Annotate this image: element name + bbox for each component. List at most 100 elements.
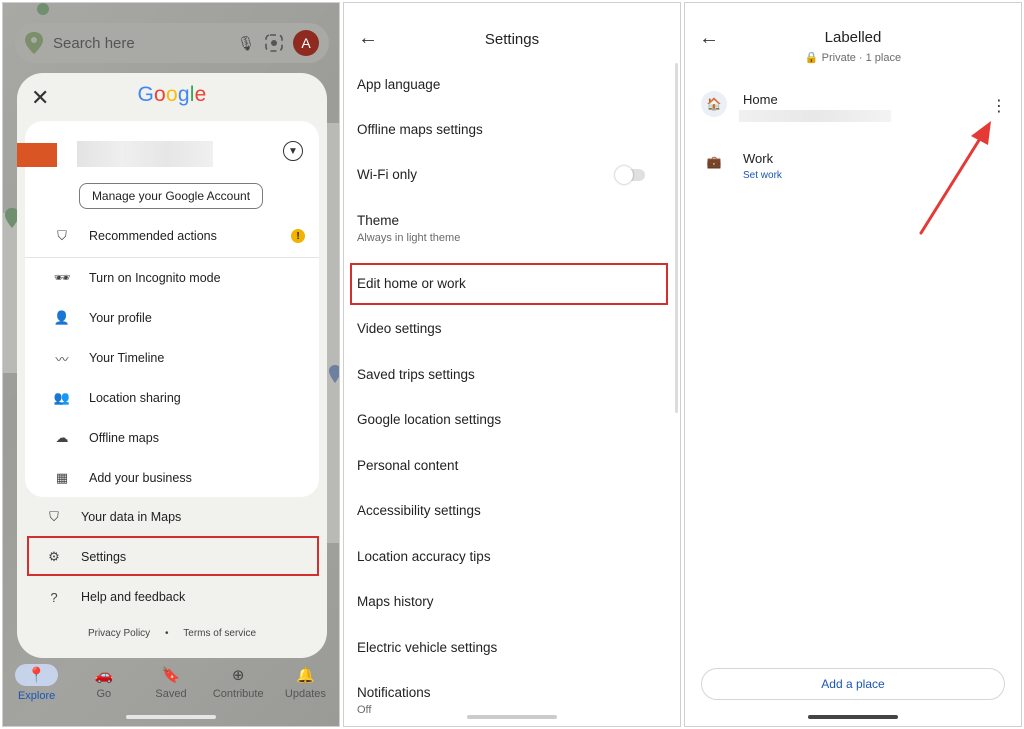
map-pin-icon <box>37 3 49 15</box>
bookmark-icon: 🔖 <box>161 667 181 684</box>
bell-icon: 🔔 <box>296 667 315 684</box>
data-shield-icon: ⛉ <box>49 509 59 524</box>
nav-explore[interactable]: 📍 Explore <box>3 655 70 711</box>
setting-label: Personal content <box>357 458 459 473</box>
avatar[interactable]: A <box>293 30 319 56</box>
setting-notifications[interactable]: Notifications Off <box>357 685 667 716</box>
google-logo-letter: G <box>137 83 155 106</box>
settings-top-bar: ← Settings <box>344 3 680 73</box>
setting-offline-maps[interactable]: Offline maps settings <box>357 122 667 137</box>
setting-electric-vehicle[interactable]: Electric vehicle settings <box>357 640 667 655</box>
setting-personal-content[interactable]: Personal content <box>357 458 667 473</box>
menu-item-label: Your Timeline <box>89 351 165 365</box>
gesture-home-bar[interactable] <box>467 715 557 719</box>
help-icon: ? <box>50 589 58 605</box>
nav-updates[interactable]: 🔔 Updates <box>272 655 339 711</box>
warning-badge-icon: ! <box>291 229 305 243</box>
offline-cloud-icon: ☁ <box>55 430 69 445</box>
menu-item-offline-maps[interactable]: ☁ Offline maps <box>25 418 159 458</box>
map-road <box>327 123 339 543</box>
plus-circle-icon: ⊕ <box>231 667 245 684</box>
google-logo: Google <box>17 83 327 107</box>
menu-item-label: Recommended actions <box>89 229 217 243</box>
menu-item-help[interactable]: ? Help and feedback <box>17 577 185 617</box>
add-place-button[interactable]: Add a place <box>701 668 1005 700</box>
account-name-redacted <box>77 141 213 167</box>
menu-item-your-profile[interactable]: 👤 Your profile <box>25 298 152 338</box>
setting-label: Maps history <box>357 594 434 609</box>
nav-label: Contribute <box>212 688 264 700</box>
menu-item-label: Location sharing <box>89 391 181 405</box>
chevron-down-icon[interactable]: ▼ <box>283 141 303 161</box>
incognito-icon: 🕶 <box>53 270 71 285</box>
settings-screen: ← Settings App language Offline maps set… <box>343 2 681 727</box>
car-icon: 🚗 <box>94 667 114 684</box>
location-sharing-icon: 👥 <box>53 390 71 405</box>
menu-item-recommended-actions[interactable]: ⛉ Recommended actions ! <box>25 216 319 256</box>
setting-label: Electric vehicle settings <box>357 640 498 655</box>
nav-contribute[interactable]: ⊕ Contribute <box>205 655 272 711</box>
menu-item-label: Offline maps <box>89 431 159 445</box>
setting-google-location[interactable]: Google location settings <box>357 412 667 427</box>
manage-account-button[interactable]: Manage your Google Account <box>79 183 263 209</box>
google-logo-letter: e <box>194 83 207 106</box>
nav-go[interactable]: 🚗 Go <box>70 655 137 711</box>
setting-label: Notifications <box>357 685 431 700</box>
setting-app-language[interactable]: App language <box>357 77 667 92</box>
search-bar[interactable]: Search here 🎙 A <box>15 23 329 63</box>
scrollbar[interactable] <box>675 63 678 413</box>
google-logo-letter: o <box>165 83 178 106</box>
menu-item-label: Help and feedback <box>81 590 186 604</box>
setting-theme[interactable]: Theme Always in light theme <box>357 213 667 244</box>
nav-saved[interactable]: 🔖 Saved <box>137 655 204 711</box>
edit-home-work-highlight-box <box>350 263 668 305</box>
menu-item-add-business[interactable]: ▦ Add your business <box>25 458 192 498</box>
nav-label: Go <box>96 688 112 700</box>
privacy-policy-link[interactable]: Privacy Policy <box>88 628 150 639</box>
explore-pin-icon: 📍 <box>15 664 58 686</box>
setting-saved-trips[interactable]: Saved trips settings <box>357 367 667 382</box>
nav-label: Updates <box>284 688 326 700</box>
microphone-icon[interactable]: 🎙 <box>237 35 255 52</box>
labelled-places-screen: ← Labelled 🔒 Private · 1 place 🏠 Home ⋮ … <box>684 2 1022 727</box>
account-color-strip <box>17 143 57 167</box>
setting-label: Offline maps settings <box>357 122 483 137</box>
footer-separator: • <box>164 628 169 639</box>
page-title: Settings <box>484 31 540 48</box>
nav-label: Explore <box>17 690 56 702</box>
google-logo-letter: o <box>154 83 166 106</box>
setting-label: Video settings <box>357 321 442 336</box>
bottom-navigation: 📍 Explore 🚗 Go 🔖 Saved ⊕ Contribute 🔔 Up… <box>3 655 339 711</box>
terms-link[interactable]: Terms of service <box>183 628 256 639</box>
search-input[interactable]: Search here <box>53 35 227 52</box>
setting-video[interactable]: Video settings <box>357 321 667 336</box>
gesture-home-bar[interactable] <box>126 715 216 719</box>
maps-pin-logo-icon <box>25 32 43 54</box>
setting-accessibility[interactable]: Accessibility settings <box>357 503 667 518</box>
setting-wifi-only[interactable]: Wi-Fi only <box>357 166 667 184</box>
timeline-icon: 〰 <box>55 351 69 367</box>
menu-item-label: Add your business <box>89 471 192 485</box>
maps-account-menu-screen: Search here 🎙 A ✕ Google ▼ Manage your G… <box>2 2 340 727</box>
wifi-only-toggle[interactable] <box>615 166 645 184</box>
setting-label: Theme <box>357 213 400 228</box>
settings-highlight-box <box>27 536 319 576</box>
red-pointer-arrow <box>919 121 991 235</box>
setting-label: Location accuracy tips <box>357 549 491 564</box>
setting-label: Google location settings <box>357 412 502 427</box>
map-pin-icon <box>329 365 339 383</box>
storefront-icon: ▦ <box>55 470 69 485</box>
menu-item-incognito[interactable]: 🕶 Turn on Incognito mode <box>25 258 221 298</box>
setting-maps-history[interactable]: Maps history <box>357 594 667 609</box>
menu-item-location-sharing[interactable]: 👥 Location sharing <box>25 378 181 418</box>
setting-location-accuracy[interactable]: Location accuracy tips <box>357 549 667 564</box>
menu-item-your-timeline[interactable]: 〰 Your Timeline <box>25 338 164 378</box>
nav-label: Saved <box>155 688 187 700</box>
menu-item-your-data[interactable]: ⛉ Your data in Maps <box>17 497 181 537</box>
person-icon: 👤 <box>53 310 71 325</box>
account-card: ▼ Manage your Google Account ⛉ Recommend… <box>17 121 319 498</box>
gesture-home-bar[interactable] <box>808 715 898 719</box>
setting-label: App language <box>357 77 441 92</box>
setting-sublabel: Always in light theme <box>357 232 461 244</box>
lens-icon[interactable] <box>265 34 283 52</box>
